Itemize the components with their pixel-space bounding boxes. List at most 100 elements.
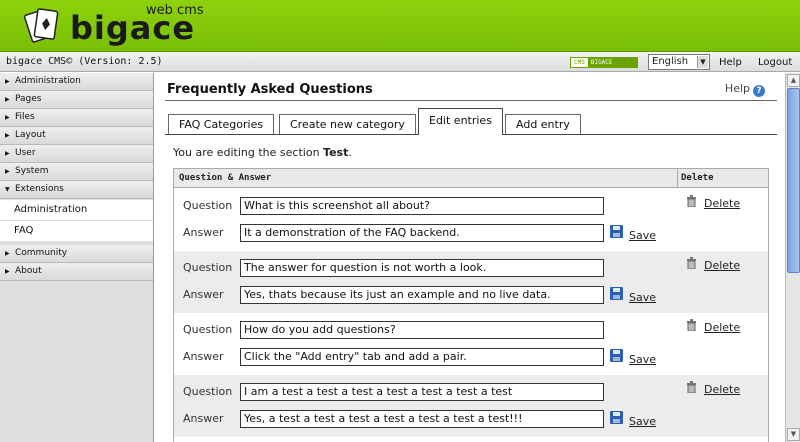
sidebar-item-label: User [15, 148, 36, 158]
top-toolbar: bigace CMS© (Version: 2.5) CMS BIGACE En… [0, 53, 800, 72]
save-link[interactable]: Save [629, 229, 656, 242]
trash-icon[interactable] [686, 381, 697, 393]
answer-label: Answer [183, 412, 224, 425]
tab-add-entry[interactable]: Add entry [505, 114, 581, 134]
save-link[interactable]: Save [629, 353, 656, 366]
page-title: Frequently Asked Questions [167, 82, 373, 97]
triangle-right-icon: ▶ [5, 168, 10, 175]
question-label: Question [183, 199, 233, 212]
triangle-right-icon: ▶ [5, 250, 10, 257]
help-icon[interactable]: ? [753, 85, 765, 97]
tab-faq-categories[interactable]: FAQ Categories [168, 114, 275, 134]
playing-cards-logo-icon [24, 8, 59, 43]
help-label: Help [724, 82, 750, 95]
answer-input[interactable]: Yes, thats because its just an example a… [240, 286, 604, 304]
trash-icon[interactable] [686, 319, 697, 331]
tab-edit-entries[interactable]: Edit entries [418, 108, 503, 135]
sidebar-item-user[interactable]: ▶ User [0, 145, 153, 163]
triangle-down-icon: ▼ [5, 186, 10, 193]
column-header-qa: Question & Answer [179, 173, 272, 183]
answer-input[interactable]: Click the "Add entry" tab and add a pair… [240, 348, 604, 366]
answer-label: Answer [183, 226, 224, 239]
vertical-scrollbar[interactable]: ▲ ▼ [785, 73, 800, 442]
editing-section: Test [323, 146, 349, 159]
triangle-right-icon: ▶ [5, 150, 10, 157]
trash-icon[interactable] [686, 257, 697, 269]
triangle-right-icon: ▶ [5, 96, 10, 103]
editing-suffix: . [348, 146, 352, 159]
question-label: Question [183, 385, 233, 398]
save-disk-icon[interactable] [610, 225, 623, 238]
version-label: bigace CMS© (Version: 2.5) [6, 56, 163, 67]
sidebar-subitem-administration[interactable]: Administration [0, 200, 153, 220]
scroll-thumb[interactable] [787, 88, 800, 273]
question-input[interactable]: What is this screenshot all about? [240, 197, 604, 215]
triangle-right-icon: ▶ [5, 132, 10, 139]
toolbar-help-link[interactable]: Help [719, 57, 742, 68]
sidebar-item-extensions[interactable]: ▼ Extensions [0, 181, 153, 199]
cms-badge: CMS BIGACE [570, 57, 638, 68]
delete-link[interactable]: Delete [704, 383, 740, 396]
sidebar-item-administration[interactable]: ▶ Administration [0, 73, 153, 91]
sidebar-item-label: Pages [15, 94, 42, 104]
answer-label: Answer [183, 350, 224, 363]
triangle-right-icon: ▶ [5, 114, 10, 121]
sidebar-item-label: Administration [15, 76, 81, 86]
column-divider [677, 169, 678, 188]
badge-right: BIGACE [587, 58, 637, 67]
table-row: Question What is this screenshot all abou… [174, 189, 768, 251]
delete-link[interactable]: Delete [704, 321, 740, 334]
logout-link[interactable]: Logout [758, 57, 792, 68]
faq-table: Question & Answer Delete Question What is… [173, 168, 769, 442]
sidebar-item-label: About [15, 266, 42, 276]
chevron-down-icon[interactable]: ▼ [697, 56, 708, 68]
column-header-delete: Delete [681, 173, 714, 183]
answer-input[interactable]: It a demonstration of the FAQ backend. [240, 224, 604, 242]
logo-subtitle: web cms [146, 3, 204, 18]
answer-input[interactable]: Yes, a test a test a test a test a test … [240, 410, 604, 428]
scroll-up-icon[interactable]: ▲ [787, 74, 800, 87]
sidebar-item-label: Files [15, 112, 35, 122]
question-input[interactable]: The answer for question is not worth a l… [240, 259, 604, 277]
sidebar-item-pages[interactable]: ▶ Pages [0, 91, 153, 109]
sidebar-subitem-faq[interactable]: FAQ [0, 221, 153, 241]
scroll-down-icon[interactable]: ▼ [787, 428, 800, 441]
language-value: English [652, 56, 689, 67]
save-link[interactable]: Save [629, 291, 656, 304]
question-input[interactable]: How do you add questions? [240, 321, 604, 339]
sidebar-item-community[interactable]: ▶ Community [0, 245, 153, 263]
sidebar-item-label: Layout [15, 130, 46, 140]
sidebar-item-layout[interactable]: ▶ Layout [0, 127, 153, 145]
help-link[interactable]: Help? [725, 82, 765, 97]
editing-notice: You are editing the section Test. [173, 146, 352, 159]
save-disk-icon[interactable] [610, 411, 623, 424]
sidebar-item-about[interactable]: ▶ About [0, 263, 153, 281]
sidebar-item-files[interactable]: ▶ Files [0, 109, 153, 127]
delete-link[interactable]: Delete [704, 259, 740, 272]
badge-left: CMS [574, 59, 585, 66]
table-row: Question The answer for question is not w… [174, 251, 768, 313]
editing-prefix: You are editing the section [173, 146, 320, 159]
table-row: Question I am a test a test a test a test… [174, 375, 768, 437]
table-header: Question & Answer Delete [174, 169, 768, 188]
sidebar-item-label: Extensions [15, 184, 64, 194]
sidebar-item-label: System [15, 166, 49, 176]
sidebar-item-system[interactable]: ▶ System [0, 163, 153, 181]
triangle-right-icon: ▶ [5, 268, 10, 275]
sidebar-item-label: Community [15, 248, 68, 258]
answer-label: Answer [183, 288, 224, 301]
save-link[interactable]: Save [629, 415, 656, 428]
sidebar: ▶ Administration ▶ Pages ▶ Files ▶ Layout ▶ U… [0, 73, 154, 442]
triangle-right-icon: ▶ [5, 78, 10, 85]
question-input[interactable]: I am a test a test a test a test a test … [240, 383, 604, 401]
language-select[interactable]: English ▼ [648, 54, 710, 70]
delete-link[interactable]: Delete [704, 197, 740, 210]
question-label: Question [183, 261, 233, 274]
save-disk-icon[interactable] [610, 349, 623, 362]
trash-icon[interactable] [686, 195, 697, 207]
tab-create-category[interactable]: Create new category [279, 114, 416, 134]
save-disk-icon[interactable] [610, 287, 623, 300]
table-row: Question How do you add questions? Answer C… [174, 313, 768, 375]
main-content: Frequently Asked Questions Help? FAQ Cat… [155, 73, 785, 442]
app-header: bigace web cms [0, 0, 800, 52]
